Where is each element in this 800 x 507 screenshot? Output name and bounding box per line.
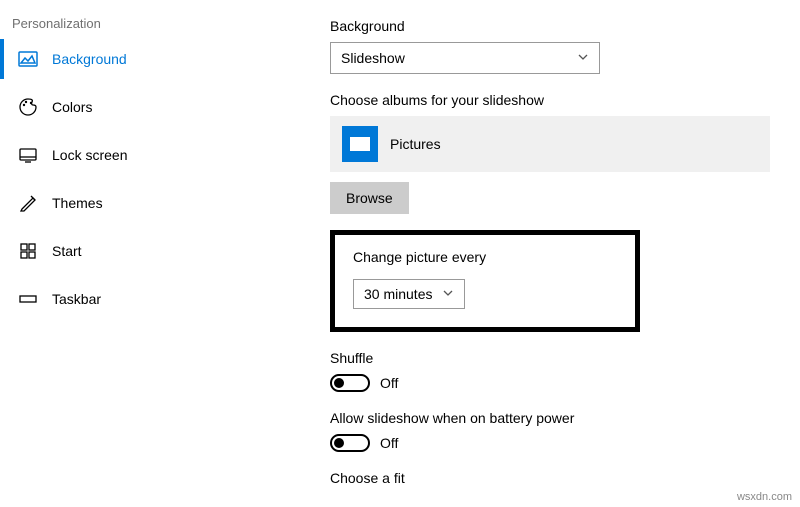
battery-label: Allow slideshow when on battery power <box>330 410 780 426</box>
album-item[interactable]: Pictures <box>330 116 770 172</box>
chevron-down-icon <box>577 50 589 66</box>
sidebar: Personalization Background Colors Lock s… <box>0 0 250 507</box>
background-dropdown[interactable]: Slideshow <box>330 42 600 74</box>
interval-label: Change picture every <box>353 249 617 265</box>
themes-icon <box>18 193 38 213</box>
sidebar-header: Personalization <box>10 12 250 39</box>
fit-label: Choose a fit <box>330 470 780 486</box>
albums-label: Choose albums for your slideshow <box>330 92 780 108</box>
battery-toggle[interactable] <box>330 434 370 452</box>
battery-state: Off <box>380 435 398 451</box>
shuffle-state: Off <box>380 375 398 391</box>
album-name: Pictures <box>390 136 441 152</box>
sidebar-item-label: Lock screen <box>52 147 127 163</box>
watermark-text: wsxdn.com <box>737 491 792 503</box>
toggle-knob <box>334 438 344 448</box>
start-icon <box>18 241 38 261</box>
browse-button[interactable]: Browse <box>330 182 409 214</box>
main-content: Background Slideshow Choose albums for y… <box>250 0 800 507</box>
sidebar-item-label: Colors <box>52 99 92 115</box>
sidebar-item-taskbar[interactable]: Taskbar <box>10 279 250 319</box>
sidebar-item-colors[interactable]: Colors <box>10 87 250 127</box>
background-icon <box>18 49 38 69</box>
toggle-knob <box>334 378 344 388</box>
background-label: Background <box>330 18 780 34</box>
sidebar-item-label: Background <box>52 51 127 67</box>
sidebar-item-themes[interactable]: Themes <box>10 183 250 223</box>
interval-dropdown-value: 30 minutes <box>364 286 432 302</box>
sidebar-item-label: Taskbar <box>52 291 101 307</box>
change-picture-highlight: Change picture every 30 minutes <box>330 230 640 332</box>
colors-icon <box>18 97 38 117</box>
sidebar-item-lockscreen[interactable]: Lock screen <box>10 135 250 175</box>
background-dropdown-value: Slideshow <box>341 50 405 66</box>
interval-dropdown[interactable]: 30 minutes <box>353 279 465 309</box>
album-thumb-icon <box>342 126 378 162</box>
sidebar-item-label: Start <box>52 243 82 259</box>
lockscreen-icon <box>18 145 38 165</box>
shuffle-toggle[interactable] <box>330 374 370 392</box>
sidebar-item-background[interactable]: Background <box>10 39 250 79</box>
shuffle-label: Shuffle <box>330 350 780 366</box>
sidebar-item-label: Themes <box>52 195 103 211</box>
sidebar-item-start[interactable]: Start <box>10 231 250 271</box>
taskbar-icon <box>18 289 38 309</box>
chevron-down-icon <box>442 286 454 302</box>
